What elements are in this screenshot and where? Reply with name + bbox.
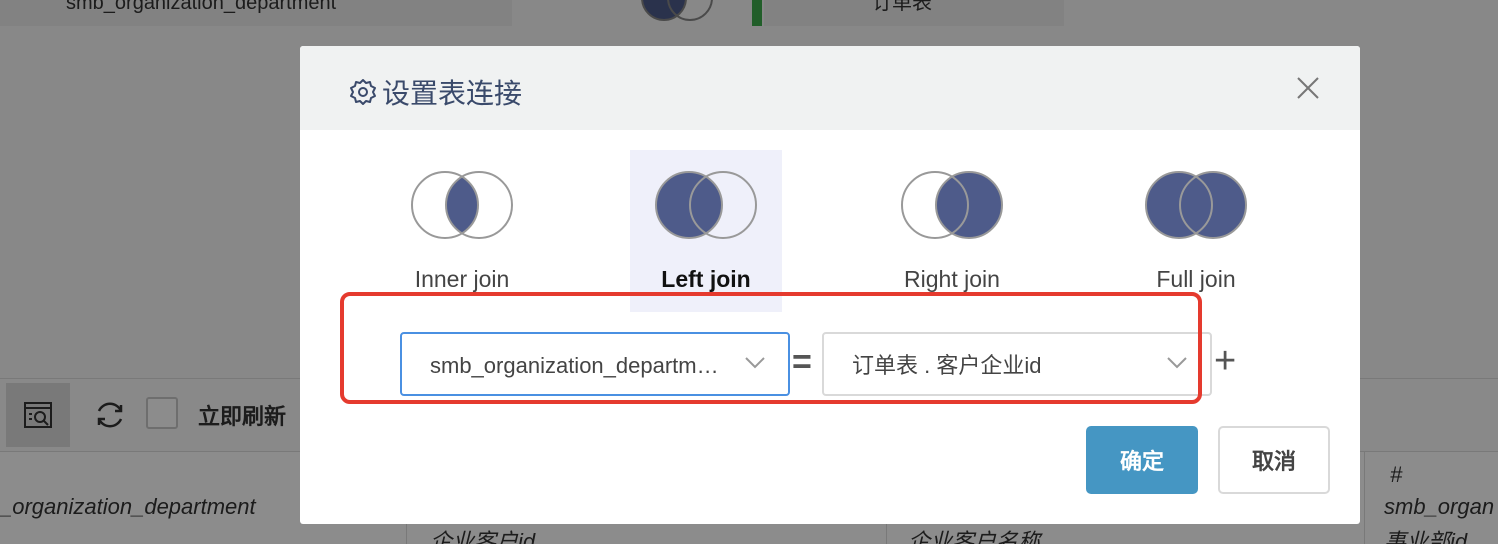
inner-join-icon [411, 171, 513, 239]
join-label: Inner join [414, 266, 510, 292]
gear-icon [348, 77, 378, 107]
right-field-select[interactable]: 订单表 . 客户企业id [822, 332, 1212, 396]
cancel-button[interactable]: 取消 [1218, 426, 1330, 494]
close-icon [1297, 77, 1319, 99]
join-label: Left join [661, 266, 751, 292]
right-field-value: 订单表 . 客户企业id [852, 353, 1042, 378]
join-option-left[interactable]: Left join [630, 150, 782, 312]
left-field-value: smb_organization_department.事业部id [430, 353, 730, 378]
join-condition-row: smb_organization_department.事业部id = 订单表 … [300, 292, 1360, 404]
join-option-full[interactable]: Full join [1120, 150, 1272, 312]
chevron-down-icon [745, 357, 765, 369]
join-option-inner[interactable]: Inner join [386, 150, 538, 312]
chevron-down-icon [1167, 357, 1187, 369]
join-label: Right join [904, 266, 1000, 292]
full-join-icon [1145, 171, 1247, 239]
join-option-right[interactable]: Right join [876, 150, 1028, 312]
join-label: Full join [1156, 266, 1236, 292]
confirm-button[interactable]: 确定 [1086, 426, 1198, 494]
right-join-icon [901, 171, 1003, 239]
left-field-select[interactable]: smb_organization_department.事业部id [400, 332, 790, 396]
equals-operator: = [792, 343, 812, 381]
close-button[interactable] [1294, 74, 1322, 102]
dialog-header: 设置表连接 [300, 46, 1360, 130]
dialog-title: 设置表连接 [348, 72, 522, 112]
add-condition-button[interactable]: + [1214, 342, 1236, 380]
left-join-icon [655, 171, 757, 239]
join-type-selector: Inner join Left join Right join Full joi… [300, 150, 1360, 312]
dialog-title-text: 设置表连接 [382, 78, 523, 109]
join-settings-dialog: 设置表连接 Inner join Left join Right join Fu… [300, 46, 1360, 524]
